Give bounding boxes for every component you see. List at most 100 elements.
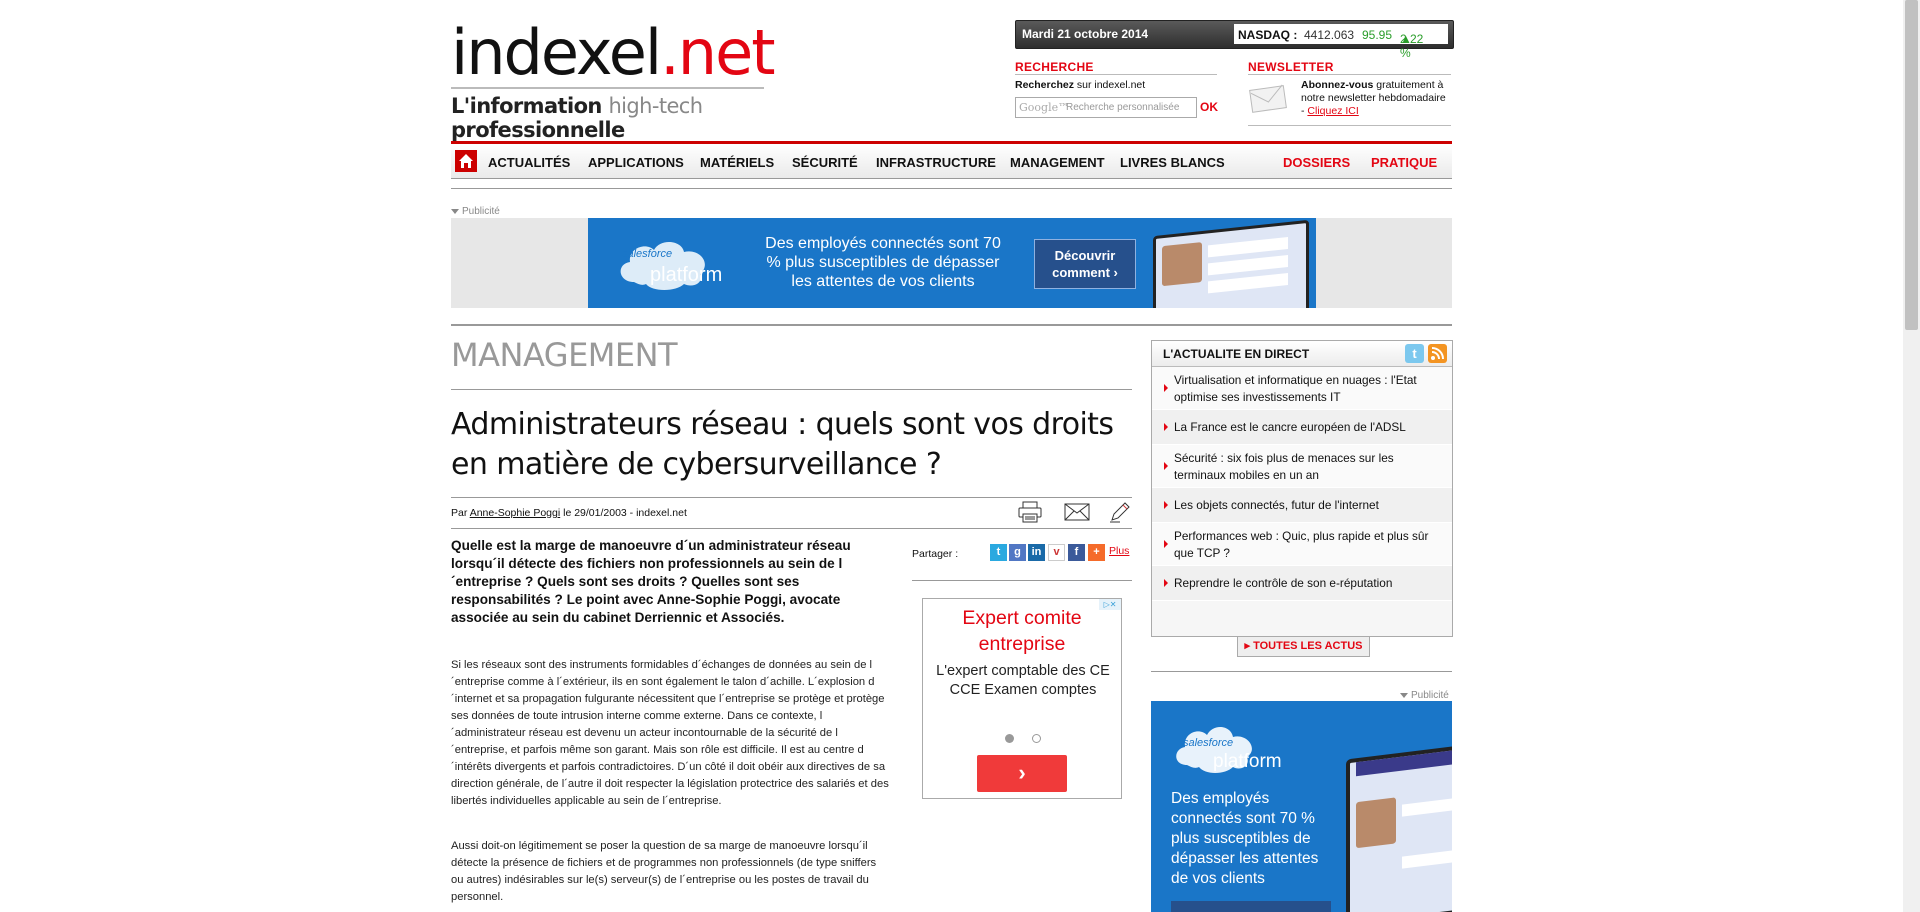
side-ad-screen-illustration [1346, 742, 1452, 912]
site-logo[interactable]: indexel.net L'information high-tech prof… [451, 16, 776, 142]
envelope-icon [1249, 84, 1287, 113]
logo-word: indexel.net [451, 16, 776, 89]
search-divider [1015, 74, 1217, 75]
section-divider [451, 389, 1132, 390]
banner-ad[interactable]: salesforce platform Des employés connect… [588, 218, 1316, 308]
share-divider [912, 580, 1132, 581]
print-icon[interactable] [1017, 501, 1043, 523]
article-paragraph: Aussi doit-on légitimement se poser la q… [451, 840, 877, 903]
share-label: Partager : [912, 548, 959, 560]
search-label: Recherchez sur indexel.net [1015, 79, 1146, 91]
site-tagline: L'information high-tech professionnelle [451, 94, 703, 142]
scrollbar-thumb[interactable] [1905, 0, 1918, 330]
pager-dot-active-icon[interactable] [1005, 734, 1014, 743]
newsletter-bottom-divider [1248, 125, 1451, 126]
news-item[interactable]: Reprendre le contrôle de son e-réputatio… [1152, 566, 1452, 601]
pager-dot-icon[interactable] [1032, 734, 1042, 743]
sidebar-ad[interactable]: salesforce platform Des employés connect… [1151, 701, 1452, 912]
email-icon[interactable] [1064, 503, 1090, 521]
newsletter-text: Abonnez-vous gratuitement à notre newsle… [1301, 79, 1446, 117]
arrow-right-icon [1164, 462, 1168, 470]
text-ad-go-button[interactable]: › [977, 755, 1067, 792]
google-logo-icon: Google™ [1019, 101, 1070, 114]
nasdaq-quote: NASDAQ : 4412.063 95.95 ▲ 2.22 % [1234, 24, 1448, 60]
index-name: NASDAQ : [1238, 28, 1298, 42]
side-ad-button[interactable] [1171, 901, 1331, 912]
news-item[interactable]: Virtualisation et informatique en nuages… [1152, 367, 1452, 410]
share-more-link[interactable]: Plus [1109, 545, 1129, 557]
twitter-icon[interactable]: t [1405, 344, 1424, 363]
text-ad[interactable]: ▷✕ Expert comite entreprise L'expert com… [922, 598, 1122, 799]
search-submit-button[interactable]: OK [1200, 100, 1218, 114]
news-item[interactable]: Sécurité : six fois plus de menaces sur … [1152, 445, 1452, 488]
facebook-share-icon[interactable]: f [1068, 544, 1085, 561]
arrow-right-icon [1164, 501, 1168, 509]
sidebar-divider [1151, 671, 1452, 672]
ad-label-side: Publicité [1400, 690, 1449, 701]
live-news-box: L'ACTUALITE EN DIRECT t Virtualisation e… [1151, 340, 1453, 637]
nav-item-pratique[interactable]: PRATIQUE [1371, 155, 1437, 170]
news-item[interactable]: Les objets connectés, futur de l'interne… [1152, 488, 1452, 523]
ad-text: Des employés connectés sont 70 % plus su… [765, 235, 1001, 290]
nav-item-securite[interactable]: SÉCURITÉ [792, 155, 858, 170]
newsletter-divider [1248, 74, 1451, 75]
ad-brand: salesforce [622, 248, 673, 260]
linkedin-share-icon[interactable]: in [1028, 544, 1045, 561]
text-ad-description: L'expert comptable des CE CCE Examen com… [936, 663, 1110, 698]
index-value: 4412.063 [1304, 28, 1355, 42]
ad-label-top: Publicité [451, 206, 500, 217]
article-lead: Quelle est la marge de manoeuvre d´un ad… [451, 538, 851, 625]
page-scrollbar[interactable] [1903, 0, 1920, 912]
news-item[interactable]: La France est le cancre européen de l'AD… [1152, 410, 1452, 445]
text-ad-pager [1005, 730, 1042, 748]
search-heading: RECHERCHE [1015, 60, 1094, 74]
article-title: Administrateurs réseau : quels sont vos … [451, 407, 1114, 482]
side-ad-text: Des employés connectés sont 70 % plus su… [1171, 790, 1319, 887]
nav-item-livres-blancs[interactable]: LIVRES BLANCS [1120, 155, 1225, 170]
live-news-header: L'ACTUALITE EN DIRECT t [1152, 341, 1452, 367]
byline-bar: Par Anne-Sophie Poggi le 29/01/2003 - in… [451, 497, 1132, 529]
addthis-share-icon[interactable]: + [1088, 544, 1105, 561]
ad-cta-button[interactable]: Découvrir comment › [1034, 239, 1136, 289]
news-item[interactable]: Performances web : Quic, plus rapide et … [1152, 523, 1452, 566]
section-title: MANAGEMENT [451, 336, 678, 374]
ad-screen-illustration [1153, 219, 1309, 308]
twitter-share-icon[interactable]: t [990, 544, 1007, 561]
viadeo-share-icon[interactable]: v [1048, 544, 1065, 561]
googleplus-share-icon[interactable]: g [1009, 544, 1026, 561]
side-ad-brand: salesforce [1183, 737, 1234, 749]
nav-item-applications[interactable]: APPLICATIONS [588, 155, 684, 170]
arrow-right-icon [1164, 540, 1168, 548]
nav-item-infrastructure[interactable]: INFRASTRUCTURE [876, 155, 996, 170]
arrow-right-icon [1164, 423, 1168, 431]
rss-icon[interactable] [1428, 344, 1447, 363]
arrow-right-icon: ▸ [1244, 640, 1254, 652]
comment-pencil-icon[interactable] [1108, 500, 1132, 524]
newsletter-subscribe-link[interactable]: Cliquez ICI [1307, 105, 1358, 117]
nav-item-management[interactable]: MANAGEMENT [1010, 155, 1105, 170]
search-input[interactable]: Google™ Recherche personnalisée [1015, 97, 1197, 118]
text-ad-headline[interactable]: Expert comite entreprise [923, 605, 1121, 657]
nav-divider [451, 188, 1452, 189]
article-byline: Par Anne-Sophie Poggi le 29/01/2003 - in… [451, 507, 687, 519]
all-news-button[interactable]: ▸ TOUTES LES ACTUS [1237, 636, 1370, 657]
home-icon [459, 154, 473, 168]
content-top-divider [451, 324, 1452, 326]
nav-item-dossiers[interactable]: DOSSIERS [1283, 155, 1350, 170]
home-button[interactable] [455, 150, 477, 172]
current-date: Mardi 21 octobre 2014 [1022, 27, 1149, 41]
triangle-down-icon [1400, 692, 1408, 698]
side-ad-product: platform [1213, 751, 1282, 772]
logo-underline [451, 87, 764, 89]
newsletter-heading: NEWSLETTER [1248, 60, 1334, 74]
nav-item-actualites[interactable]: ACTUALITÉS [488, 155, 570, 170]
author-link[interactable]: Anne-Sophie Poggi [470, 507, 561, 519]
index-change: 95.95 [1362, 28, 1393, 42]
nav-item-materiels[interactable]: MATÉRIELS [700, 155, 774, 170]
live-news-title: L'ACTUALITE EN DIRECT [1163, 347, 1310, 361]
market-ticker: Mardi 21 octobre 2014 NASDAQ : 4412.063 … [1015, 20, 1454, 60]
arrow-right-icon [1164, 579, 1168, 587]
arrow-right-icon [1164, 384, 1168, 392]
ad-product: platform [650, 264, 723, 286]
triangle-down-icon [451, 208, 459, 214]
